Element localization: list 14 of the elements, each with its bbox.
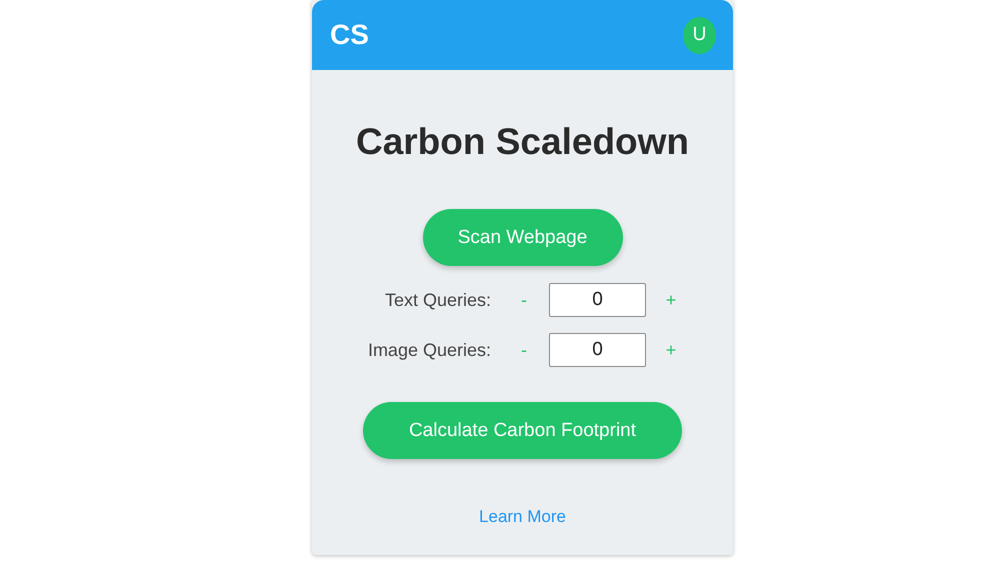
increment-button[interactable]: + bbox=[646, 286, 696, 314]
counter-label: Text Queries: bbox=[384, 288, 492, 312]
decrement-button[interactable]: - bbox=[499, 336, 549, 364]
app-title: Carbon Scaledown bbox=[356, 120, 690, 164]
decrement-button[interactable]: - bbox=[499, 286, 549, 314]
counter-label: Image Queries: bbox=[366, 338, 492, 362]
increment-button[interactable]: + bbox=[646, 336, 696, 364]
counter-field[interactable]: 0 bbox=[549, 333, 646, 368]
logo-text: CS bbox=[330, 18, 369, 52]
calculate-button[interactable]: Calculate Carbon Footprint bbox=[363, 402, 682, 460]
scan-button[interactable]: Scan Webpage bbox=[422, 209, 622, 266]
learn-more-link[interactable]: Learn More bbox=[479, 504, 566, 529]
counter-field[interactable]: 0 bbox=[549, 283, 646, 318]
user-avatar[interactable]: U bbox=[683, 16, 716, 54]
